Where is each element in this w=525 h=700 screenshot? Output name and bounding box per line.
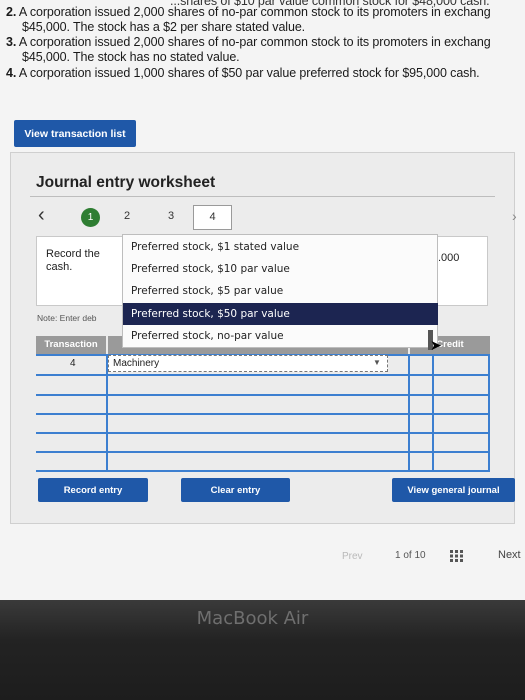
grid-icon[interactable] <box>450 550 464 562</box>
row-divider <box>36 432 490 434</box>
question-3-line-1: 3. A corporation issued 2,000 shares of … <box>6 35 491 49</box>
question-4: 4. A corporation issued 1,000 shares of … <box>6 66 480 80</box>
bezel-label: MacBook Air <box>196 608 309 629</box>
view-transaction-list-button[interactable]: View transaction list <box>14 120 136 147</box>
column-divider <box>432 354 434 471</box>
laptop-bezel: MacBook Air <box>0 600 525 700</box>
question-2-line-1: 2. A corporation issued 2,000 shares of … <box>6 5 491 19</box>
dropdown-option[interactable]: Preferred stock, $5 par value <box>123 280 438 302</box>
next-page-button[interactable]: Next <box>498 549 521 561</box>
record-entry-button[interactable]: Record entry <box>38 478 148 502</box>
dropdown-option-selected[interactable]: Preferred stock, $50 par value <box>123 303 438 325</box>
row-divider <box>36 451 490 453</box>
page-counter: 1 of 10 <box>395 550 426 561</box>
step-4-tab[interactable]: 4 <box>193 205 232 230</box>
chevron-down-icon[interactable]: ▼ <box>373 358 383 368</box>
view-general-journal-button[interactable]: View general journal <box>392 478 515 502</box>
step-3-tab[interactable]: 3 <box>168 210 174 222</box>
chevron-right-icon[interactable]: › <box>512 208 517 224</box>
prev-page-button[interactable]: Prev <box>342 551 363 562</box>
worksheet-title: Journal entry worksheet <box>36 174 216 191</box>
mouse-cursor-icon: ➤ <box>430 337 442 353</box>
note-text: Note: Enter deb <box>37 313 97 323</box>
chevron-left-icon[interactable]: ‹ <box>38 204 45 227</box>
account-dropdown-list[interactable]: Preferred stock, $1 stated value Preferr… <box>122 234 438 348</box>
row-divider <box>36 413 490 415</box>
account-select-field[interactable]: Machinery <box>108 355 388 372</box>
dropdown-option[interactable]: Preferred stock, no-par value <box>123 325 438 347</box>
transaction-number: 4 <box>70 358 76 369</box>
dropdown-option[interactable]: Preferred stock, $1 stated value <box>123 236 438 258</box>
row-divider <box>36 394 490 396</box>
clear-entry-button[interactable]: Clear entry <box>181 478 290 502</box>
step-1-indicator[interactable]: 1 <box>81 208 100 227</box>
instruction-text: Record the cash. <box>46 248 100 273</box>
column-divider <box>408 354 410 471</box>
question-3-line-2: $45,000. The stock has no stated value. <box>22 50 240 64</box>
row-divider <box>36 470 490 472</box>
question-2-line-2: $45,000. The stock has a $2 per share st… <box>22 20 306 34</box>
column-divider <box>488 354 490 471</box>
transaction-header: Transaction <box>36 336 106 354</box>
amount-text: .000 <box>438 252 460 264</box>
step-2-tab[interactable]: 2 <box>124 210 130 222</box>
dropdown-option[interactable]: Preferred stock, $10 par value <box>123 258 438 280</box>
row-divider <box>36 374 490 376</box>
screen: ...shares of $10 par value common stock … <box>0 0 525 600</box>
title-divider <box>30 196 495 197</box>
